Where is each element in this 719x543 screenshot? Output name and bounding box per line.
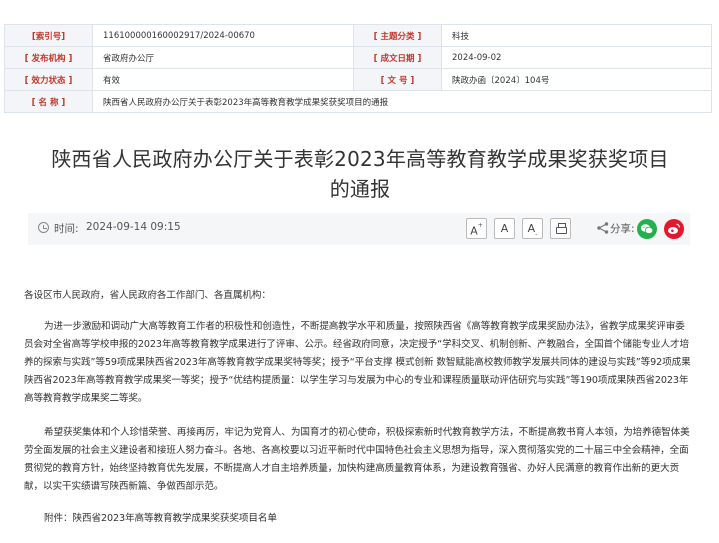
share-icon xyxy=(597,222,609,234)
font-medium-label: A xyxy=(500,222,509,235)
page: [索引号] 116100000160002917/2024-00670 [ 主题… xyxy=(0,0,719,543)
share-label: 分享: xyxy=(610,223,635,235)
title-line-2: 的通报 xyxy=(329,177,391,201)
clock-icon xyxy=(38,222,49,233)
metadata-row: [ 效力状态 ] 有效 [ 文 号 ] 陕政办函〔2024〕104号 xyxy=(4,68,712,91)
index-label: [索引号] xyxy=(4,24,93,47)
page-title: 陕西省人民政府办公厅关于表彰2023年高等教育教学成果奖获奖项目 的通报 xyxy=(40,144,680,204)
metadata-row: [ 发布机构 ] 省政府办公厅 [ 成文日期 ] 2024-09-02 xyxy=(4,46,712,69)
weibo-share-button[interactable] xyxy=(664,219,684,239)
issuer-value: 省政府办公厅 xyxy=(92,46,354,69)
date-label: [ 成文日期 ] xyxy=(353,46,442,69)
metadata-row: [索引号] 116100000160002917/2024-00670 [ 主题… xyxy=(4,24,712,47)
time-label: 时间: xyxy=(54,223,79,235)
name-label: [ 名 称 ] xyxy=(4,90,93,113)
status-label: [ 效力状态 ] xyxy=(4,68,93,91)
category-label: [ 主题分类 ] xyxy=(353,24,442,47)
issuer-label: [ 发布机构 ] xyxy=(4,46,93,69)
metadata-table: [索引号] 116100000160002917/2024-00670 [ 主题… xyxy=(4,24,712,113)
attachment-line[interactable]: 附件：陕西省2023年高等教育教学成果奖获奖项目名单 xyxy=(24,510,692,528)
font-large-label: A xyxy=(470,224,478,238)
title-line-1: 陕西省人民政府办公厅关于表彰2023年高等教育教学成果奖获奖项目 xyxy=(51,147,669,171)
font-size-small-button[interactable]: A- xyxy=(522,218,543,239)
index-value: 116100000160002917/2024-00670 xyxy=(92,24,354,47)
salutation: 各设区市人民政府，省人民政府各工作部门、各直属机构： xyxy=(24,290,271,301)
wechat-share-button[interactable] xyxy=(637,219,657,239)
docno-value: 陕政办函〔2024〕104号 xyxy=(441,68,712,91)
publish-time: 2024-09-14 09:15 xyxy=(86,221,181,233)
docno-label: [ 文 号 ] xyxy=(353,68,442,91)
status-value: 有效 xyxy=(92,68,354,91)
font-size-large-button[interactable]: A+ xyxy=(466,218,487,239)
wechat-icon xyxy=(640,224,654,234)
printer-icon xyxy=(556,223,567,234)
minus-icon: - xyxy=(535,231,538,239)
plus-icon: + xyxy=(477,222,483,229)
print-button[interactable] xyxy=(550,218,571,239)
weibo-icon xyxy=(668,223,681,234)
metadata-row: [ 名 称 ] 陕西省人民政府办公厅关于表彰2023年高等教育教学成果奖获奖项目… xyxy=(4,90,712,113)
paragraph-2: 希望获奖集体和个人珍惜荣誉、再接再厉，牢记为党育人、为国育才的初心使命，积极探索… xyxy=(24,427,690,492)
font-size-medium-button[interactable]: A xyxy=(494,218,515,239)
name-value: 陕西省人民政府办公厅关于表彰2023年高等教育教学成果奖获奖项目的通报 xyxy=(92,90,712,113)
date-value: 2024-09-02 xyxy=(441,46,712,69)
paragraph-1: 为进一步激励和调动广大高等教育工作者的积极性和创造性，不断提高教学水平和质量，按… xyxy=(24,321,691,404)
category-value: 科技 xyxy=(441,24,712,47)
article-toolbar: 时间: 2024-09-14 09:15 A+ A A- 分享: xyxy=(28,213,690,245)
